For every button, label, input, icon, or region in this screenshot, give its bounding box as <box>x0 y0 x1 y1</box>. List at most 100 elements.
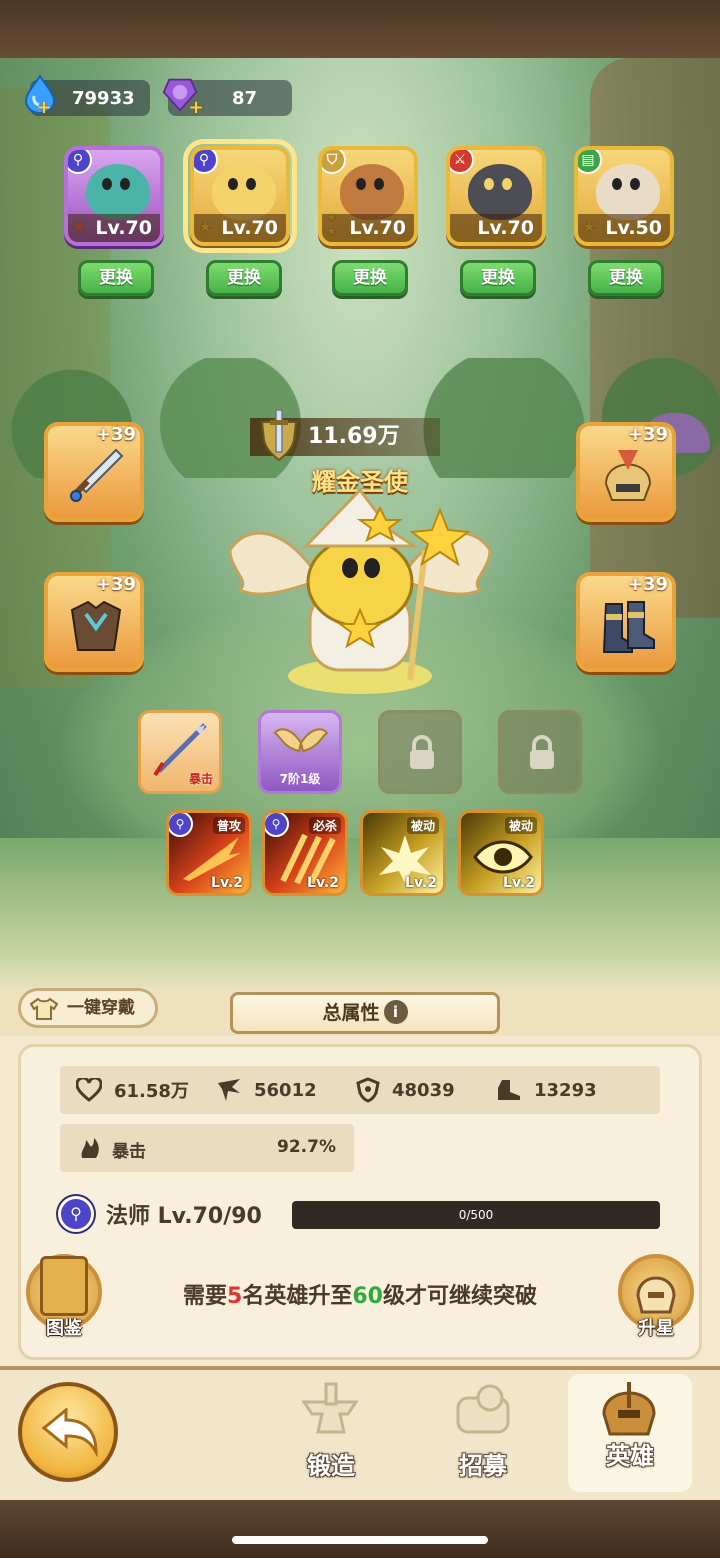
helmet-icon <box>636 1276 676 1314</box>
xp-progress-bar: 0/500 <box>292 1201 660 1229</box>
skill-passive-2[interactable]: 被动 Lv.2 <box>458 810 544 896</box>
back-arrow-icon <box>41 1408 98 1458</box>
boots-icon <box>602 601 655 653</box>
stats-row: 61.58万 56012 48039 13293 <box>60 1066 660 1114</box>
hero-slot-2[interactable]: ⚲ ★ Lv.70 <box>183 139 297 253</box>
lock-icon <box>410 735 434 769</box>
book-icon: ▤ <box>578 150 602 174</box>
nav-forge[interactable]: 锻造 <box>266 1374 396 1492</box>
swap-hero-button-4[interactable]: 更换 <box>460 260 536 296</box>
stat-speed: 13293 <box>480 1078 620 1102</box>
add-gem-icon[interactable]: + <box>188 99 204 117</box>
equip-armor-slot[interactable]: +39 <box>44 572 144 672</box>
class-level-line: ⚲ 法师 Lv.70/90 <box>58 1196 262 1232</box>
nav-recruit[interactable]: 招募 <box>418 1374 548 1492</box>
star-up-label: 升星 <box>638 1318 674 1339</box>
add-water-icon[interactable]: + <box>36 99 52 117</box>
one-key-label: 一键穿戴 <box>67 998 135 1018</box>
total-attributes-tab[interactable]: 总属性 i <box>230 992 500 1034</box>
hero-eye <box>356 178 366 190</box>
hero-eye <box>502 178 512 190</box>
water-currency[interactable]: + 79933 <box>24 74 150 117</box>
swap-hero-button-2[interactable]: 更换 <box>206 260 282 296</box>
skill-normal-attack[interactable]: ⚲ 普攻 Lv.2 <box>166 810 252 896</box>
skill-type: 被动 <box>504 817 537 834</box>
hero-slot-4[interactable]: ⚔ Lv.70 <box>446 146 546 246</box>
sword-shield-icon <box>260 409 298 462</box>
heart-icon <box>76 1078 102 1102</box>
wings-slot[interactable]: 7阶1级 <box>258 710 342 794</box>
swap-hero-button-3[interactable]: 更换 <box>332 260 408 296</box>
staff-icon: ⚲ <box>194 150 218 174</box>
equip-boots-slot[interactable]: +39 <box>576 572 676 672</box>
staff-icon: ⚲ <box>58 1196 94 1232</box>
staff-icon: ⚲ <box>265 813 289 837</box>
attr-tab-label: 总属性 <box>322 1002 380 1024</box>
crit-label: 暴击 <box>112 1142 146 1162</box>
hero-slot-5[interactable]: ▤ ★ Lv.50 <box>574 146 674 246</box>
locked-slot-2[interactable] <box>498 710 582 794</box>
hero-slot-1[interactable]: ⚲ ★ Lv.70 <box>64 146 164 246</box>
anvil-icon <box>301 1382 359 1434</box>
notice-text: 名英雄升至 <box>242 1284 353 1309</box>
book-icon <box>40 1256 88 1316</box>
artifact-slot[interactable]: 暴击 <box>138 710 222 794</box>
star-up-button[interactable]: 升星 <box>614 1250 698 1340</box>
boot-icon <box>498 1080 520 1100</box>
home-indicator[interactable] <box>232 1536 488 1544</box>
back-button[interactable] <box>18 1382 118 1482</box>
hero-eye <box>228 178 238 190</box>
stat-defense: 48039 <box>340 1077 480 1103</box>
bottom-frame <box>0 1500 720 1558</box>
crit-value: 92.7% <box>277 1137 336 1157</box>
hero-level: Lv.70 <box>450 214 542 242</box>
hero-character <box>228 490 492 694</box>
notice-count: 5 <box>227 1284 243 1309</box>
sword-icon <box>70 448 124 502</box>
water-value: 79933 <box>72 87 135 109</box>
eye-icon <box>473 840 533 874</box>
hero-eye <box>630 178 640 190</box>
sword-icon: ⚔ <box>450 150 474 174</box>
hero-level: Lv.50 <box>578 214 670 242</box>
skill-ultimate[interactable]: ⚲ 必杀 Lv.2 <box>262 810 348 896</box>
hero-portrait <box>340 164 404 220</box>
swap-hero-button-1[interactable]: 更换 <box>78 260 154 296</box>
shield-icon: ⛉ <box>322 150 346 174</box>
notice-level: 60 <box>352 1284 383 1309</box>
skill-level: Lv.2 <box>405 875 437 891</box>
codex-button[interactable]: 图鉴 <box>22 1250 106 1340</box>
scroll-icon <box>456 1384 510 1434</box>
wings-icon <box>273 728 329 753</box>
hero-helmet-icon <box>602 1382 656 1436</box>
skill-type: 被动 <box>406 817 439 834</box>
hero-eye <box>484 178 494 190</box>
helmet-icon <box>604 450 652 501</box>
hero-eye <box>374 178 384 190</box>
lock-icon <box>530 735 554 769</box>
nav-heroes-label: 英雄 <box>606 1442 654 1470</box>
notice-text: 级才可继续突破 <box>382 1284 537 1309</box>
nav-forge-label: 锻造 <box>307 1452 355 1480</box>
wings-label: 7阶1级 <box>279 772 321 786</box>
crit-row: 暴击 92.7% <box>60 1124 354 1172</box>
gem-value: 87 <box>232 87 258 109</box>
locked-slot-1[interactable] <box>378 710 462 794</box>
equip-helmet-slot[interactable]: +39 <box>576 422 676 522</box>
equip-weapon-slot[interactable]: +39 <box>44 422 144 522</box>
skill-type: 普攻 <box>212 817 245 834</box>
info-icon[interactable]: i <box>383 1000 408 1024</box>
shield-icon <box>356 1077 380 1103</box>
gem-currency[interactable]: + 87 <box>162 78 292 117</box>
swap-hero-button-5[interactable]: 更换 <box>588 260 664 296</box>
skill-passive-1[interactable]: 被动 Lv.2 <box>360 810 446 896</box>
hero-level: Lv.70 <box>68 214 160 242</box>
skill-level: Lv.2 <box>211 875 243 891</box>
hero-slot-3[interactable]: ⛉ ★★ Lv.70 <box>318 146 418 246</box>
hero-portrait <box>212 164 276 220</box>
one-key-equip-button[interactable]: 一键穿戴 <box>18 988 158 1028</box>
hero-portrait <box>86 164 150 220</box>
nav-heroes[interactable]: 英雄 <box>568 1374 692 1492</box>
claw-icon <box>218 1079 240 1101</box>
power-value: 11.69万 <box>308 424 400 449</box>
